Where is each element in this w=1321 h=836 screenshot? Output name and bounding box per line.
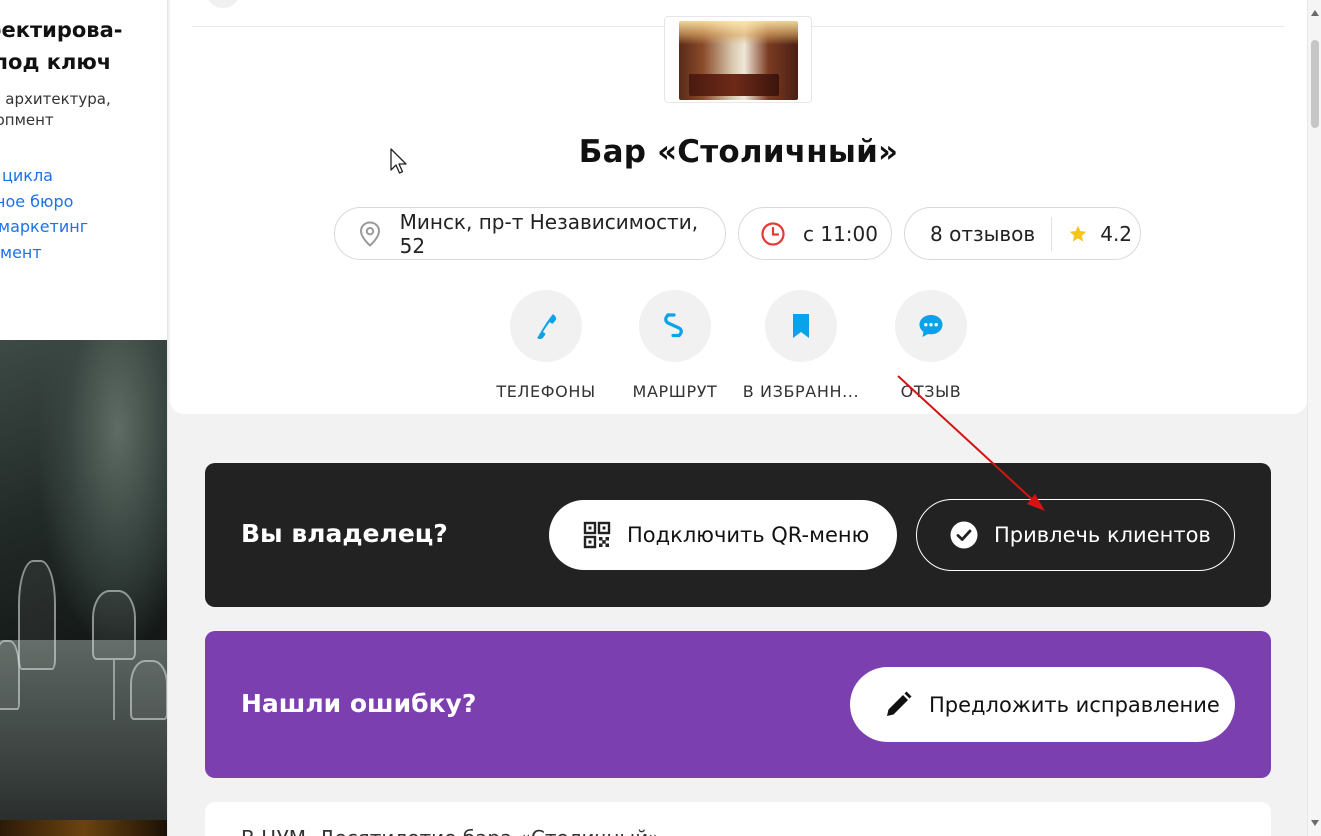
place-card: Бар «Столичный» Минск, пр-т Независимост… xyxy=(170,0,1307,414)
qr-code-icon xyxy=(582,520,612,550)
place-photo[interactable] xyxy=(664,16,812,103)
ad-photo[interactable] xyxy=(0,340,167,820)
ad-photo-glass xyxy=(92,590,136,660)
error-title: Нашли ошибку? xyxy=(241,689,477,718)
ad-column: роектирова- з под ключ й, архитектура, л… xyxy=(0,0,168,836)
ad-photo-stem xyxy=(113,660,115,720)
ad-text-block[interactable]: роектирова- з под ключ й, архитектура, л… xyxy=(0,0,167,340)
ad-title-line1: роектирова- xyxy=(0,18,123,42)
description-text: В ЦУМ. Десятилетие бара «Столичный» ... xyxy=(241,826,1241,836)
ad-title-line2: з под ключ xyxy=(0,50,112,74)
review-button[interactable] xyxy=(895,290,967,362)
route-icon xyxy=(664,313,683,338)
reviews-chip[interactable]: 8 отзывов 4.2 xyxy=(904,207,1141,260)
favorites-action[interactable]: В ИЗБРАНН... xyxy=(731,290,871,401)
check-circle-icon xyxy=(949,520,979,550)
ad-photo-glass xyxy=(130,660,167,720)
ad-link-4[interactable]: мент xyxy=(0,240,167,266)
ad-link-3[interactable]: маркетинг xyxy=(0,214,167,240)
ad-desc-line1: й, архитектура, xyxy=(0,90,111,108)
ad-description: й, архитектура, лопмент xyxy=(0,89,167,131)
scroll-up-arrow[interactable] xyxy=(1310,8,1320,18)
ad-photo-glass xyxy=(18,560,56,670)
ad-link-2[interactable]: ное бюро xyxy=(0,189,167,215)
map-pin-icon xyxy=(357,220,383,247)
hours-text: с 11:00 xyxy=(803,221,878,246)
chat-bubble-icon xyxy=(919,315,943,337)
star-icon xyxy=(1068,224,1088,244)
ad-title[interactable]: роектирова- з под ключ xyxy=(0,14,167,78)
suggest-fix-label: Предложить исправление xyxy=(929,692,1220,717)
hours-chip[interactable]: с 11:00 xyxy=(738,207,892,260)
clock-icon xyxy=(760,221,786,247)
route-button[interactable] xyxy=(639,290,711,362)
review-action[interactable]: ОТЗЫВ xyxy=(861,290,1001,401)
route-action[interactable]: МАРШРУТ xyxy=(605,290,745,401)
route-label: МАРШРУТ xyxy=(632,382,718,401)
ad-links: цикла ное бюро маркетинг мент xyxy=(0,163,167,266)
description-card: В ЦУМ. Десятилетие бара «Столичный» ... xyxy=(205,802,1271,836)
qr-menu-label: Подключить QR-меню xyxy=(627,523,870,547)
owner-block: Вы владелец? Подключить QR-меню Привлечь… xyxy=(205,463,1271,607)
phones-action[interactable]: ТЕЛЕФОНЫ xyxy=(476,290,616,401)
scrollbar-thumb[interactable] xyxy=(1311,40,1319,128)
attract-clients-label: Привлечь клиентов xyxy=(994,523,1211,547)
reviews-count: 8 отзывов xyxy=(930,221,1036,246)
phones-label: ТЕЛЕФОНЫ xyxy=(496,382,596,401)
address-text: Минск, пр-т Независимости, 52 xyxy=(399,209,699,258)
mouse-cursor-icon xyxy=(390,148,407,174)
review-label: ОТЗЫВ xyxy=(900,382,962,401)
chip-separator xyxy=(1051,216,1053,251)
owner-title: Вы владелец? xyxy=(241,519,448,548)
favorites-label: В ИЗБРАНН... xyxy=(742,382,860,401)
pencil-icon xyxy=(883,690,913,720)
bookmark-icon xyxy=(793,314,809,338)
phone-icon xyxy=(537,314,557,340)
ad-desc-line2: лопмент xyxy=(0,111,54,129)
ad-photo-glass xyxy=(0,640,20,710)
address-chip[interactable]: Минск, пр-т Независимости, 52 xyxy=(334,207,726,260)
back-button[interactable] xyxy=(206,0,240,8)
scroll-down-arrow[interactable] xyxy=(1310,818,1320,828)
attract-clients-button[interactable]: Привлечь клиентов xyxy=(916,499,1235,571)
rating-value: 4.2 xyxy=(1100,221,1133,246)
ad-link-1[interactable]: цикла xyxy=(2,163,167,189)
suggest-fix-button[interactable]: Предложить исправление xyxy=(850,667,1235,742)
place-photo-image xyxy=(679,21,798,100)
phones-button[interactable] xyxy=(510,290,582,362)
place-title: Бар «Столичный» xyxy=(578,134,899,170)
ad-bottom-strip xyxy=(0,820,167,836)
error-report-block: Нашли ошибку? Предложить исправление xyxy=(205,631,1271,778)
scrollbar[interactable] xyxy=(1307,0,1321,836)
favorites-button[interactable] xyxy=(765,290,837,362)
qr-menu-button[interactable]: Подключить QR-меню xyxy=(549,500,897,570)
